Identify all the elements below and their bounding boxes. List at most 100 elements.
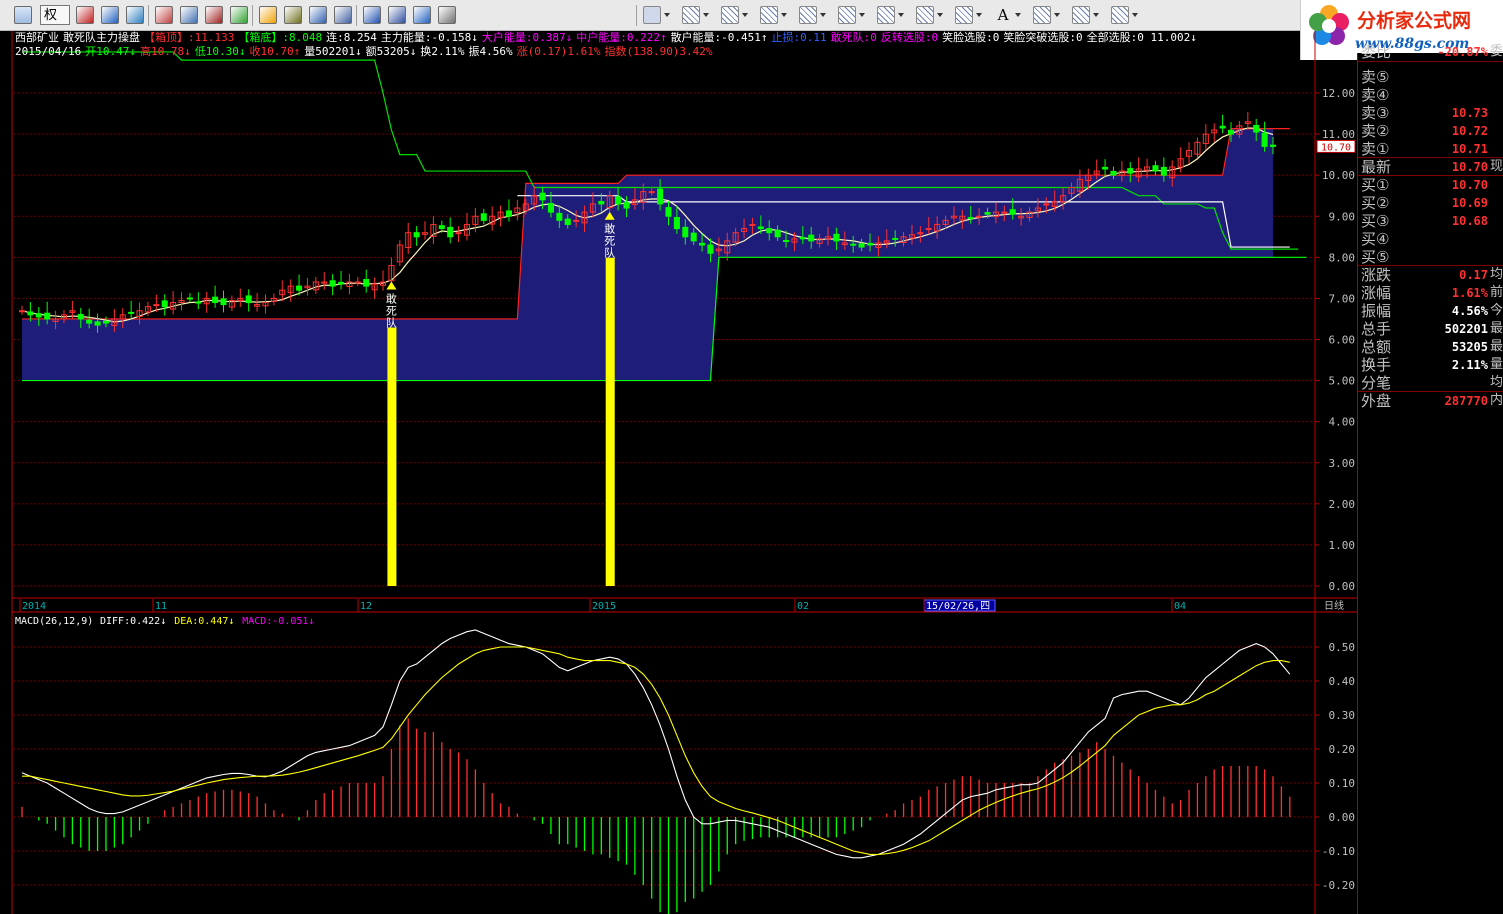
warning-icon[interactable] [259,6,277,24]
quote-label: 换手 [1361,356,1392,374]
candle-down [1253,124,1260,133]
candle-down [1110,170,1117,176]
line-chart-icon[interactable] [363,6,381,24]
quote-tail: 内 [1490,393,1503,408]
fan-icon[interactable] [799,6,817,24]
macd-legend-item: MACD:-0.051↓ [242,616,314,627]
candle-down [505,210,512,217]
quote-label: 委比 [1361,43,1392,61]
candle-down [774,229,781,238]
quote-row: 卖① 10.71 [1358,140,1503,158]
candle-down [556,212,563,221]
save-icon[interactable] [1111,6,1129,24]
macd-tick-label: 0.40 [1329,675,1356,688]
price-tick-label: 1.00 [1329,539,1356,552]
list-icon[interactable] [155,6,173,24]
price-tick-label: 12.00 [1322,87,1355,100]
candle-up [925,228,932,231]
toolbar: 权A [0,0,1503,31]
quan-button[interactable]: 权 [40,5,70,25]
multi-window-icon[interactable] [180,6,198,24]
quote-row: 卖③ 10.73 [1358,104,1503,122]
dropdown-arrow-icon[interactable] [937,13,943,17]
date-label: 2014 [22,601,46,612]
chart-window-icon[interactable] [388,6,406,24]
table-icon[interactable] [309,6,327,24]
bar-chart-icon[interactable] [76,6,94,24]
box-range-area [22,128,1273,381]
quote-value: 10.70 [1451,160,1488,174]
candle-down [1228,129,1235,135]
candle-down [766,228,773,234]
date-label: 日线 [1324,599,1344,612]
screen-icon[interactable] [205,6,223,24]
dropdown-arrow-icon[interactable] [703,13,709,17]
dropdown-arrow-icon[interactable] [1093,13,1099,17]
dropdown-arrow-icon[interactable] [1015,13,1021,17]
dropdown-arrow-icon[interactable] [898,13,904,17]
header-field: 中户能量:0.222↑ [576,31,667,44]
candle-down [480,213,487,221]
signal-bar [387,327,397,586]
price-tick-label: 4.00 [1329,416,1356,429]
pen-icon[interactable] [643,6,661,24]
vertical-lines-icon[interactable] [760,6,778,24]
header-field: 【箱底】:8.048 [238,31,323,44]
channel-icon[interactable] [838,6,856,24]
line-window-icon[interactable] [413,6,431,24]
copy-icon[interactable] [1033,6,1051,24]
candle-up [354,281,361,284]
quote-value: 1.61% [1451,286,1488,300]
rectangle-icon[interactable] [916,6,934,24]
dropdown-arrow-icon[interactable] [664,13,670,17]
dropdown-arrow-icon[interactable] [1132,13,1138,17]
quote-label: 振幅 [1361,302,1392,320]
dropdown-arrow-icon[interactable] [742,13,748,17]
quote-value: 10.72 [1451,124,1488,138]
fib-icon[interactable] [721,6,739,24]
dropdown-arrow-icon[interactable] [1054,13,1060,17]
header-field: 量502201↓ [304,45,362,58]
quote-row: 最新 10.70 现 [1358,158,1503,176]
price-summary-row: 2015/04/16 开10.47↓ 高10.78↓ 低10.30↓ 收10.70↑ 量5… [15,45,1201,59]
quote-label: 卖④ [1361,86,1390,104]
money-icon[interactable] [230,6,248,24]
parallel-icon[interactable] [877,6,895,24]
quote-row: 总额 53205 最 [1358,338,1503,356]
signal-bar [605,257,615,586]
candle-down [657,188,664,205]
ellipse-icon[interactable] [955,6,973,24]
price-tick-label: 2.00 [1329,498,1356,511]
macd-tick-label: -0.20 [1322,879,1355,892]
dropdown-arrow-icon[interactable] [976,13,982,17]
date-label: 12 [360,601,372,612]
indicator-icon[interactable] [126,6,144,24]
dropdown-arrow-icon[interactable] [781,13,787,17]
candle-down [212,296,219,304]
candle-up [455,232,462,235]
header-field: 敢死队:0 [830,31,877,44]
date-label: 02 [797,601,809,612]
candle-down [1160,166,1167,176]
dea-line [22,646,1290,855]
quote-row: 买⑤ [1358,248,1503,266]
text-tool-icon[interactable]: A [994,6,1012,24]
chart-area[interactable]: 12.00 11.00 10.00 9.00 8.00 7.00 6.00 5.00 4.00 3… [0,31,1357,914]
signal-label-char: 敢 [604,222,615,236]
quote-row: 振幅 4.56% 今 [1358,302,1503,320]
quote-value: 10.73 [1451,106,1488,120]
line-tool-icon[interactable] [682,6,700,24]
gear-icon[interactable] [284,6,302,24]
date-label: 04 [1174,601,1186,612]
header-field: 笑脸突破选股:0 [1003,31,1083,44]
stats-icon[interactable] [101,6,119,24]
dropdown-arrow-icon[interactable] [820,13,826,17]
dropdown-arrow-icon[interactable] [859,13,865,17]
grid-icon[interactable] [1072,6,1090,24]
candle-down [1152,165,1159,172]
quote-row: 外盘 287770 内 [1358,392,1503,410]
quote-label: 总额 [1361,338,1392,356]
sheet-icon[interactable] [334,6,352,24]
terminal-icon[interactable] [438,6,456,24]
menu-icon[interactable] [14,6,32,24]
